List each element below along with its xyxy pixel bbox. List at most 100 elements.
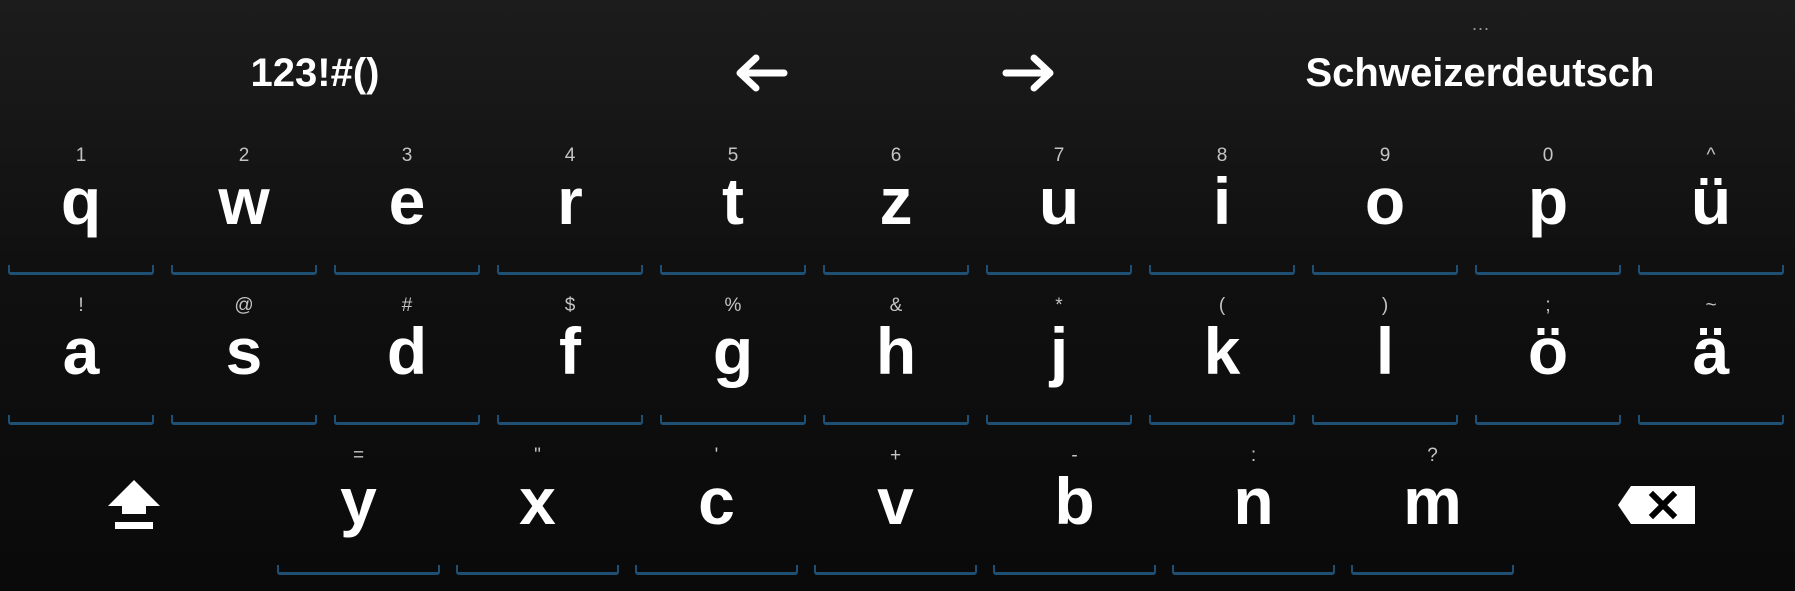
key-r[interactable]: 4r (497, 135, 643, 275)
key-x[interactable]: " x (456, 435, 619, 575)
key-label: b (1054, 464, 1095, 538)
key-i[interactable]: 8i (1149, 135, 1295, 275)
key-underline (993, 565, 1156, 575)
key-underline (497, 265, 643, 275)
key-label: p (1527, 164, 1569, 238)
key-j[interactable]: * j (986, 285, 1132, 425)
key-underline (1312, 415, 1458, 425)
key-k[interactable]: (k (1149, 285, 1295, 425)
key-row-1: 1q 2w 3e 4r 5t 6z 7u 8i 9o 0p ^ ü (0, 135, 1795, 275)
cursor-right-button[interactable] (990, 38, 1070, 108)
key-s[interactable]: @ s (171, 285, 317, 425)
key-underline (8, 415, 154, 425)
key-underline (171, 265, 317, 275)
key-m[interactable]: ? m (1351, 435, 1514, 575)
key-underline (171, 415, 317, 425)
key-label: n (1233, 464, 1274, 538)
key-label: i (1212, 164, 1232, 238)
key-underline (823, 265, 969, 275)
key-u[interactable]: 7u (986, 135, 1132, 275)
key-label: o (1364, 164, 1406, 238)
key-w[interactable]: 2w (171, 135, 317, 275)
backspace-key[interactable] (1577, 435, 1737, 575)
key-underline (334, 415, 480, 425)
key-row-2: ! a @ s # d $ f % g & h * j (k ) l ; ö ~ ä (0, 285, 1795, 425)
key-label: q (60, 164, 102, 238)
key-row-3: = y " x ' c + v -b :n ? m (0, 435, 1795, 575)
key-label: m (1403, 464, 1462, 538)
key-label: k (1203, 314, 1241, 388)
arrow-right-icon (1002, 54, 1054, 92)
key-underline (1149, 415, 1295, 425)
key-underline (986, 415, 1132, 425)
key-label: y (340, 464, 377, 538)
key-underline (277, 565, 440, 575)
key-label: e (388, 164, 426, 238)
key-a[interactable]: ! a (8, 285, 154, 425)
key-label: z (879, 164, 913, 238)
key-z[interactable]: 6z (823, 135, 969, 275)
symbols-switch-button[interactable]: 123!#() (200, 38, 430, 108)
key-label: s (225, 314, 263, 388)
key-label: ä (1692, 314, 1730, 388)
key-u-umlaut[interactable]: ^ ü (1638, 135, 1784, 275)
key-underline (823, 415, 969, 425)
key-label: h (875, 314, 917, 388)
key-label: ö (1527, 314, 1569, 388)
key-o[interactable]: 9o (1312, 135, 1458, 275)
key-underline (1312, 265, 1458, 275)
key-h[interactable]: & h (823, 285, 969, 425)
key-underline (635, 565, 798, 575)
key-q[interactable]: 1q (8, 135, 154, 275)
key-label: c (698, 464, 735, 538)
key-n[interactable]: :n (1172, 435, 1335, 575)
key-underline (986, 265, 1132, 275)
key-label: u (1038, 164, 1080, 238)
key-label: g (712, 314, 754, 388)
key-underline (660, 415, 806, 425)
key-underline (8, 265, 154, 275)
cursor-left-button[interactable] (720, 38, 800, 108)
key-label: l (1375, 314, 1395, 388)
key-d[interactable]: # d (334, 285, 480, 425)
shift-icon (108, 480, 160, 529)
key-e[interactable]: 3e (334, 135, 480, 275)
key-label: j (1049, 314, 1069, 388)
language-switch-button[interactable]: Schweizerdeutsch (1260, 38, 1700, 108)
key-label: ü (1690, 164, 1732, 238)
arrow-left-icon (736, 54, 788, 92)
key-underline (1149, 265, 1295, 275)
key-o-umlaut[interactable]: ; ö (1475, 285, 1621, 425)
key-underline (334, 265, 480, 275)
shift-key[interactable] (54, 435, 214, 575)
key-underline (1638, 265, 1784, 275)
key-underline (1638, 415, 1784, 425)
key-underline (814, 565, 977, 575)
key-underline (497, 415, 643, 425)
key-t[interactable]: 5t (660, 135, 806, 275)
suggestion-bar: ... 123!#() Schweizerdeutsch (0, 0, 1795, 140)
key-underline (456, 565, 619, 575)
key-underline (1475, 415, 1621, 425)
key-label: t (722, 164, 744, 238)
more-indicator: ... (1471, 14, 1490, 34)
key-label: v (877, 464, 914, 538)
key-underline (1475, 265, 1621, 275)
key-y[interactable]: = y (277, 435, 440, 575)
key-l[interactable]: ) l (1312, 285, 1458, 425)
key-b[interactable]: -b (993, 435, 1156, 575)
key-label: w (218, 164, 270, 238)
key-label: x (519, 464, 556, 538)
key-label: a (62, 314, 100, 388)
key-a-umlaut[interactable]: ~ ä (1638, 285, 1784, 425)
key-g[interactable]: % g (660, 285, 806, 425)
key-f[interactable]: $ f (497, 285, 643, 425)
language-label: Schweizerdeutsch (1305, 50, 1655, 95)
symbols-switch-label: 123!#() (250, 50, 380, 95)
key-underline (1172, 565, 1335, 575)
key-p[interactable]: 0p (1475, 135, 1621, 275)
key-label: d (386, 314, 428, 388)
key-v[interactable]: + v (814, 435, 977, 575)
backspace-icon (1618, 486, 1695, 524)
key-c[interactable]: ' c (635, 435, 798, 575)
